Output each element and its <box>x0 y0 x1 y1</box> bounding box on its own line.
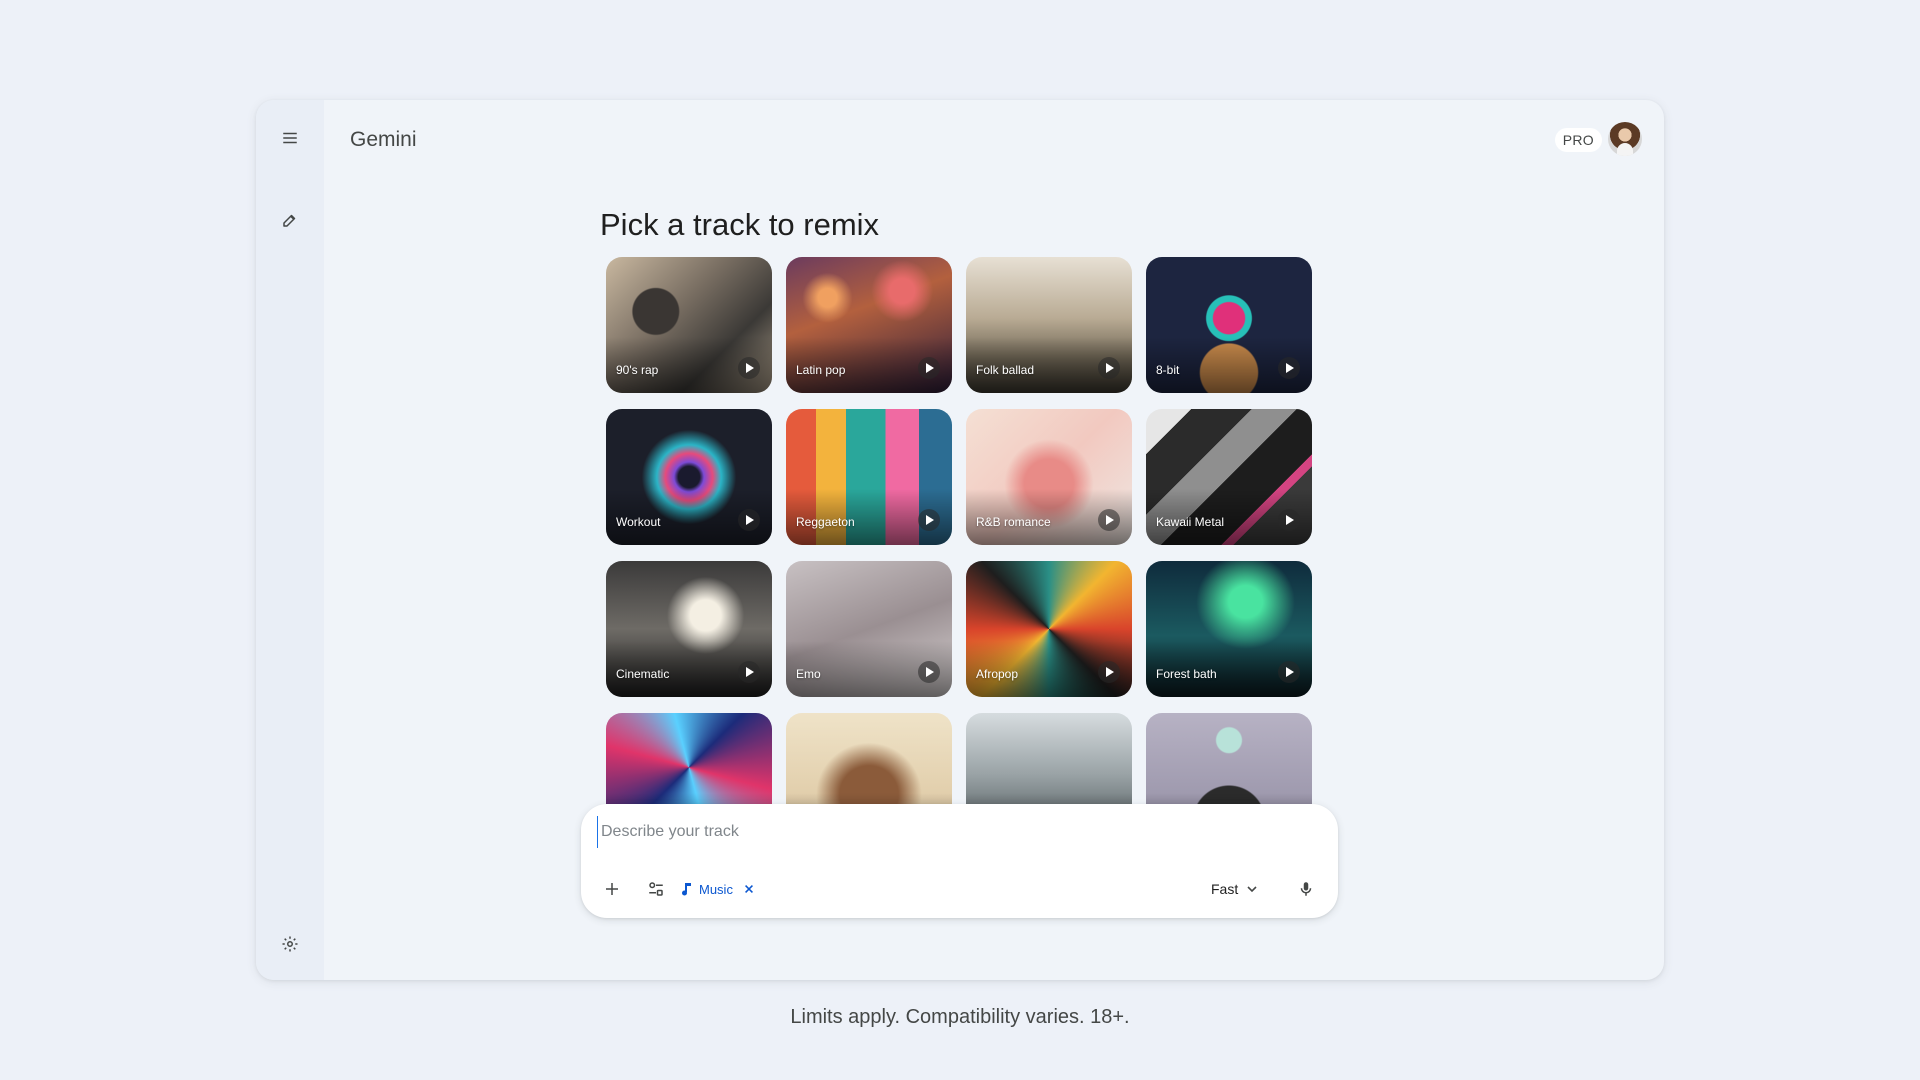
tune-icon <box>649 882 663 896</box>
track-label: R&B romance <box>976 515 1051 529</box>
tools-button[interactable] <box>639 872 673 906</box>
play-icon[interactable] <box>1098 661 1120 683</box>
app-title: Gemini <box>350 128 417 151</box>
new-chat-button[interactable] <box>270 200 310 240</box>
track-card[interactable] <box>786 713 952 804</box>
play-icon[interactable] <box>918 357 940 379</box>
track-card[interactable]: Latin pop <box>786 257 952 393</box>
app-window: Gemini PRO Pick a track to remix 90's ra… <box>256 100 1664 980</box>
track-label: Kawaii Metal <box>1156 515 1225 529</box>
footer-note: Limits apply. Compatibility varies. 18+. <box>790 1006 1130 1028</box>
plus-icon <box>606 883 618 895</box>
play-icon[interactable] <box>918 661 940 683</box>
track-label: Cinematic <box>616 667 670 681</box>
play-icon[interactable] <box>1098 357 1120 379</box>
prompt-composer: Music Fast <box>581 804 1338 918</box>
track-card[interactable]: Cinematic <box>606 561 772 697</box>
track-card[interactable]: Afropop <box>966 561 1132 697</box>
side-rail <box>256 100 324 980</box>
track-card[interactable]: Kawaii Metal <box>1146 409 1312 545</box>
track-card[interactable]: Emo <box>786 561 952 697</box>
track-card[interactable]: 90's rap <box>606 257 772 393</box>
track-card[interactable]: Reggaeton <box>786 409 952 545</box>
menu-icon <box>283 132 297 144</box>
play-icon[interactable] <box>738 661 760 683</box>
add-button[interactable] <box>595 872 629 906</box>
track-card[interactable]: Forest bath <box>1146 561 1312 697</box>
prompt-input[interactable] <box>597 816 1323 848</box>
microphone-button[interactable] <box>1289 872 1323 906</box>
settings-button[interactable] <box>270 924 310 964</box>
track-card[interactable]: 8-bit <box>1146 257 1312 393</box>
track-label: Reggaeton <box>796 515 855 529</box>
play-icon[interactable] <box>1278 357 1300 379</box>
microphone-icon <box>1300 882 1312 896</box>
edit-icon <box>283 214 296 227</box>
play-icon[interactable] <box>738 357 760 379</box>
track-label: Latin pop <box>796 363 846 377</box>
track-label: Forest bath <box>1156 667 1217 681</box>
track-card[interactable]: R&B romance <box>966 409 1132 545</box>
play-icon[interactable] <box>1278 509 1300 531</box>
track-label: 90's rap <box>616 363 659 377</box>
music-chip-label: Music <box>699 881 733 897</box>
track-card[interactable] <box>1146 713 1312 804</box>
track-label: 8-bit <box>1156 363 1180 377</box>
track-card[interactable]: Workout <box>606 409 772 545</box>
avatar[interactable] <box>1608 122 1642 156</box>
track-card[interactable] <box>606 713 772 804</box>
track-card[interactable] <box>966 713 1132 804</box>
pro-badge[interactable]: PRO <box>1554 128 1602 152</box>
model-selector[interactable]: Fast <box>1211 877 1258 901</box>
track-label: Emo <box>796 667 821 681</box>
tracks-grid: 90's rap Latin pop Folk ballad 8-bit Wor… <box>606 257 1316 804</box>
track-label: Workout <box>616 515 661 529</box>
track-label: Afropop <box>976 667 1019 681</box>
track-label: Folk ballad <box>976 363 1035 377</box>
music-note-icon <box>682 883 691 896</box>
close-icon[interactable] <box>743 882 755 896</box>
chevron-down-icon <box>1247 886 1257 893</box>
play-icon[interactable] <box>1098 509 1120 531</box>
play-icon[interactable] <box>738 509 760 531</box>
play-icon[interactable] <box>1278 661 1300 683</box>
track-card[interactable]: Folk ballad <box>966 257 1132 393</box>
model-label: Fast <box>1211 881 1239 897</box>
page-title: Pick a track to remix <box>600 207 880 242</box>
music-chip[interactable]: Music <box>681 877 755 901</box>
menu-button[interactable] <box>270 118 310 158</box>
gear-icon <box>282 936 298 952</box>
play-icon[interactable] <box>918 509 940 531</box>
